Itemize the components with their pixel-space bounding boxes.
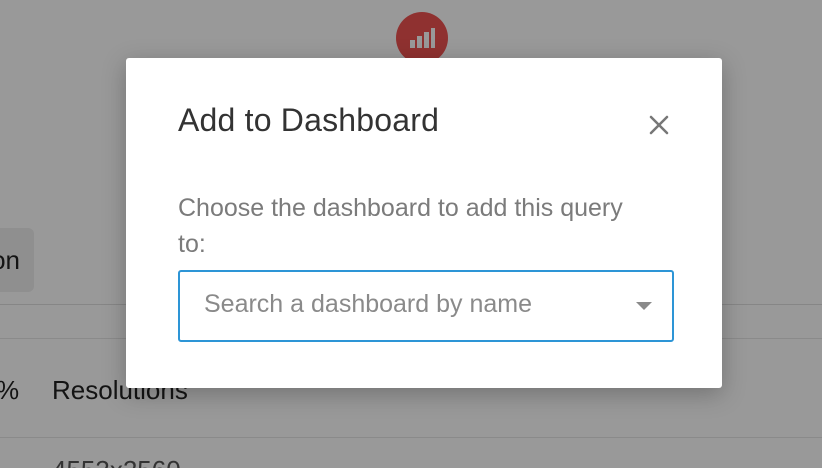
close-button[interactable] [644, 110, 674, 140]
dialog-prompt: Choose the dashboard to add this query t… [178, 194, 623, 258]
close-icon [649, 115, 669, 135]
add-to-dashboard-dialog: Add to Dashboard Choose the dashboard to… [126, 58, 722, 388]
dashboard-search-select[interactable]: Search a dashboard by name [178, 270, 674, 342]
dialog-title: Add to Dashboard [178, 102, 440, 138]
caret-down-icon[interactable] [636, 302, 652, 310]
dashboard-search-placeholder: Search a dashboard by name [204, 290, 532, 318]
